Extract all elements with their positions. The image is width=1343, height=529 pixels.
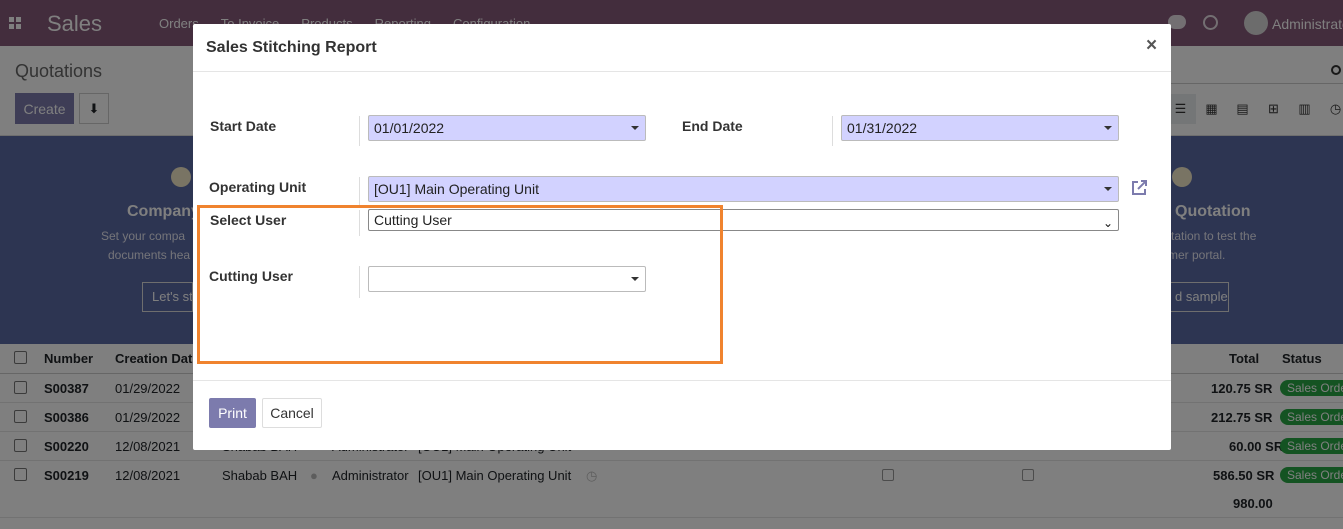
operating-unit-value: [OU1] Main Operating Unit (374, 181, 539, 197)
start-date-value: 01/01/2022 (374, 120, 445, 136)
divider (832, 116, 833, 146)
divider (359, 116, 360, 146)
end-date-value: 01/31/2022 (847, 120, 918, 136)
chevron-down-icon (1104, 187, 1112, 191)
external-link-icon[interactable] (1129, 178, 1149, 198)
chevron-down-icon (631, 126, 639, 130)
dialog-header: Sales Stitching Report × (193, 24, 1171, 72)
dialog-footer: Print Cancel (193, 380, 1171, 450)
cancel-button[interactable]: Cancel (262, 398, 322, 428)
chevron-down-icon (1104, 126, 1112, 130)
annotation-highlight-box (197, 205, 723, 364)
print-button[interactable]: Print (209, 398, 256, 428)
end-date-field[interactable]: 01/31/2022 (841, 115, 1119, 141)
divider (359, 177, 360, 207)
close-icon[interactable]: × (1146, 35, 1157, 57)
operating-unit-field[interactable]: [OU1] Main Operating Unit (368, 176, 1119, 202)
dialog-title: Sales Stitching Report (206, 39, 377, 56)
chevron-down-icon: ⌄ (1102, 216, 1113, 230)
start-date-label: Start Date (210, 118, 277, 134)
start-date-field[interactable]: 01/01/2022 (368, 115, 646, 141)
operating-unit-label: Operating Unit (209, 179, 307, 195)
end-date-label: End Date (682, 118, 743, 134)
